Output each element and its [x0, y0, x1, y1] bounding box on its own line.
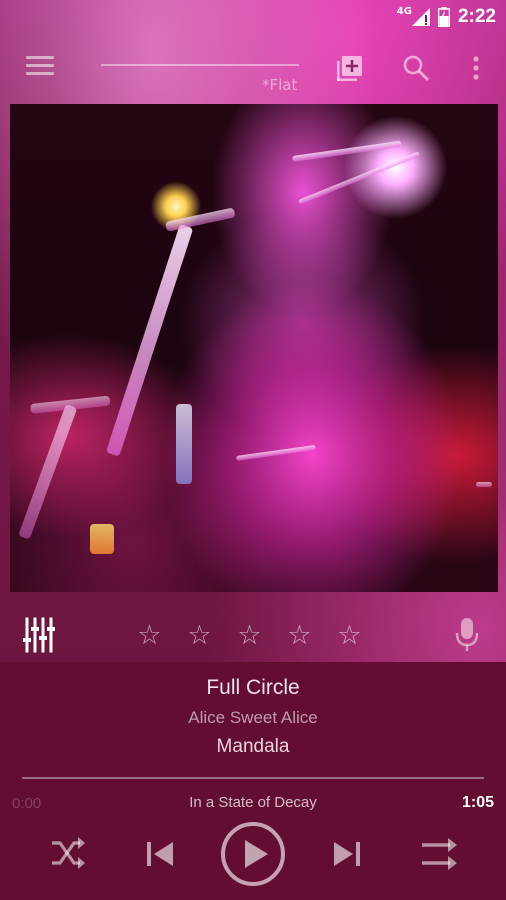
skip-previous-icon[interactable]: [145, 840, 175, 868]
art-streak: [236, 444, 316, 461]
album-art[interactable]: [10, 104, 498, 592]
repeat-icon[interactable]: [420, 836, 458, 872]
next-song-label: In a State of Decay: [189, 794, 317, 811]
more-vert-icon[interactable]: [460, 52, 492, 84]
art-streak: [176, 404, 192, 484]
song-title: Full Circle: [206, 676, 300, 699]
art-streak: [476, 482, 492, 487]
total-time: 1:05: [461, 794, 494, 811]
eq-preset-label[interactable]: *Flat: [262, 76, 297, 94]
star-icon[interactable]: ☆: [136, 622, 163, 649]
art-streak: [165, 207, 236, 232]
play-button[interactable]: [220, 821, 286, 887]
signal-icon: [411, 8, 430, 26]
eq-preset-underline: [101, 64, 299, 66]
now-playing-panel: Full Circle Alice Sweet Alice Mandala 0:…: [0, 662, 506, 900]
star-icon[interactable]: ☆: [236, 622, 263, 649]
menu-icon[interactable]: [26, 56, 54, 80]
album-name[interactable]: Mandala: [0, 736, 506, 758]
search-icon[interactable]: [400, 52, 432, 84]
battery-icon: [437, 7, 450, 27]
add-to-playlist-icon[interactable]: [334, 52, 366, 84]
status-bar: 4G 2:22: [0, 0, 506, 34]
star-icon[interactable]: ☆: [286, 622, 313, 649]
toolbar: *Flat: [0, 44, 506, 94]
star-icon[interactable]: ☆: [186, 622, 213, 649]
skip-next-icon[interactable]: [332, 840, 362, 868]
rating-stars: ☆ ☆ ☆ ☆ ☆: [136, 622, 363, 649]
artist-name[interactable]: Alice Sweet Alice: [0, 708, 506, 728]
clock: 2:22: [457, 6, 496, 27]
mic-icon[interactable]: [455, 618, 479, 652]
equalizer-icon[interactable]: [22, 617, 58, 653]
art-streak: [90, 524, 114, 554]
play-icon: [245, 840, 268, 868]
shuffle-icon[interactable]: [50, 834, 86, 872]
star-icon[interactable]: ☆: [336, 622, 363, 649]
network-type: 4G: [396, 5, 412, 17]
art-streak: [292, 140, 402, 162]
art-streak: [298, 151, 421, 205]
art-streak: [18, 404, 78, 540]
seek-bar[interactable]: [22, 777, 484, 779]
